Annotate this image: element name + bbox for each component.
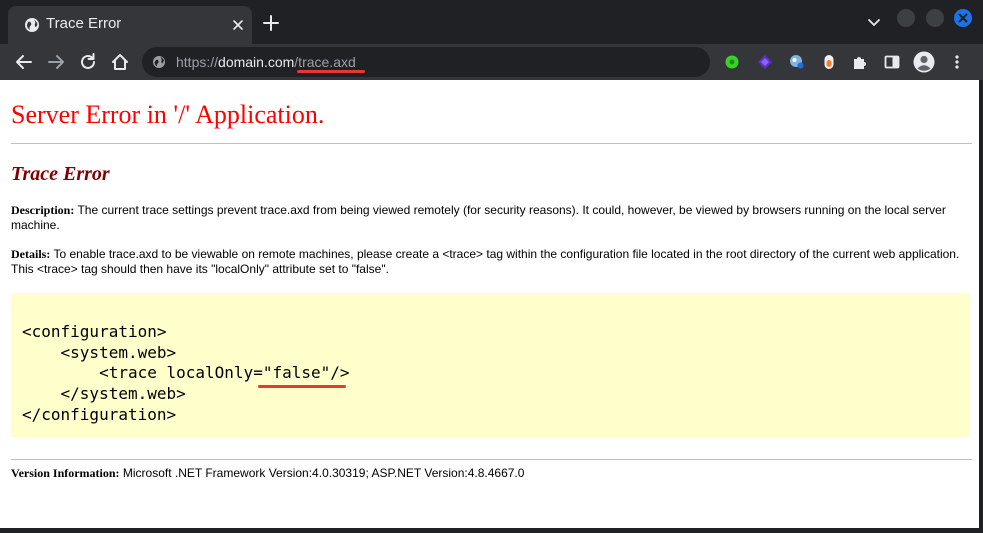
window-frame-bottom bbox=[0, 528, 983, 533]
plus-icon[interactable] bbox=[262, 14, 280, 32]
tab-trace-error[interactable]: Trace Error bbox=[8, 6, 252, 44]
purple-extension-icon[interactable] bbox=[756, 53, 774, 71]
window-minimize-button[interactable] bbox=[897, 9, 915, 27]
version-label: Version Information: bbox=[11, 466, 120, 480]
green-extension-icon[interactable] bbox=[723, 53, 741, 71]
url-text[interactable]: https://domain.com/trace.axd bbox=[176, 53, 356, 71]
url-path-annotation-underline bbox=[297, 70, 365, 73]
window-maximize-button[interactable] bbox=[926, 9, 944, 27]
orange-extension-icon[interactable] bbox=[820, 53, 838, 71]
config-code-block: <configuration> <system.web> <trace loca… bbox=[11, 293, 970, 437]
sidepanel-icon[interactable] bbox=[883, 53, 901, 71]
divider bbox=[11, 459, 972, 460]
url-path: /trace.axd bbox=[294, 54, 356, 70]
localonly-annotation-underline bbox=[258, 385, 346, 388]
url-scheme: https:// bbox=[176, 54, 219, 70]
blue-extension-icon[interactable] bbox=[788, 53, 806, 71]
reload-icon[interactable] bbox=[78, 52, 98, 72]
page-title: Server Error in '/' Application. bbox=[11, 100, 325, 129]
url-host: domain.com bbox=[218, 54, 295, 70]
page-content: Server Error in '/' Application. Trace E… bbox=[0, 80, 979, 528]
description-text: The current trace settings prevent trace… bbox=[11, 203, 946, 232]
menu-dots-icon[interactable] bbox=[948, 53, 966, 71]
window-frame-right bbox=[979, 80, 983, 533]
details-label: Details: bbox=[11, 247, 51, 261]
config-code: <configuration> <system.web> <trace loca… bbox=[22, 322, 350, 424]
address-bar[interactable]: https://domain.com/trace.axd bbox=[142, 47, 710, 77]
chevron-down-icon[interactable] bbox=[866, 16, 882, 30]
description-label: Description: bbox=[11, 203, 75, 217]
site-info-icon[interactable] bbox=[152, 55, 166, 69]
back-arrow-icon[interactable] bbox=[14, 52, 34, 72]
divider bbox=[11, 143, 972, 144]
error-subtitle: Trace Error bbox=[11, 163, 110, 185]
close-icon bbox=[958, 13, 968, 23]
profile-icon[interactable] bbox=[913, 51, 935, 73]
puzzle-icon[interactable] bbox=[851, 53, 869, 71]
description-paragraph: Description: The current trace settings … bbox=[11, 203, 973, 233]
window-close-button[interactable] bbox=[954, 9, 972, 27]
version-paragraph: Version Information: Microsoft .NET Fram… bbox=[11, 466, 973, 481]
globe-icon bbox=[25, 18, 39, 32]
tab-title: Trace Error bbox=[46, 15, 122, 32]
details-text: To enable trace.axd to be viewable on re… bbox=[11, 247, 960, 276]
tab-strip: Trace Error bbox=[0, 0, 983, 44]
home-icon[interactable] bbox=[110, 52, 130, 72]
version-text: Microsoft .NET Framework Version:4.0.303… bbox=[119, 466, 525, 480]
browser-toolbar: https://domain.com/trace.axd bbox=[0, 44, 983, 80]
details-paragraph: Details: To enable trace.axd to be viewa… bbox=[11, 247, 973, 277]
forward-arrow-icon[interactable] bbox=[46, 52, 66, 72]
close-icon[interactable] bbox=[230, 17, 246, 33]
